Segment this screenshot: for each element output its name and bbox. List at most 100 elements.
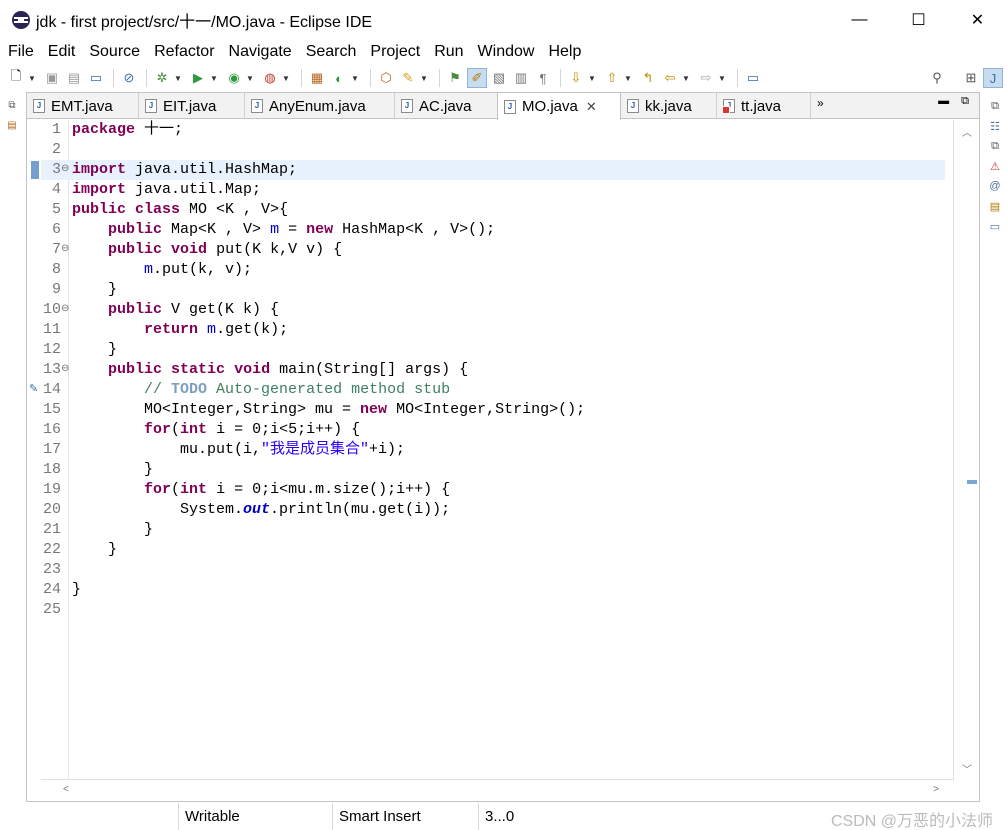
- fold-collapse-icon[interactable]: ⊖: [61, 160, 69, 180]
- code-line[interactable]: 23: [41, 560, 945, 580]
- menu-navigate[interactable]: Navigate: [229, 43, 292, 61]
- close-icon[interactable]: ✕: [586, 99, 597, 115]
- code-line[interactable]: 2: [41, 140, 945, 160]
- restore-icon[interactable]: ⧉: [5, 100, 19, 112]
- open-perspective-icon[interactable]: ⊞: [961, 68, 981, 88]
- toggle-annotation-icon[interactable]: ⚑: [445, 68, 465, 88]
- code-line[interactable]: 11 return m.get(k);: [41, 320, 945, 340]
- show-whitespace-icon[interactable]: ¶: [533, 68, 553, 88]
- skip-breakpoints-icon[interactable]: ⊘: [119, 68, 139, 88]
- minimize-view-icon[interactable]: ▬: [938, 95, 949, 108]
- close-button[interactable]: ✕: [948, 0, 1007, 40]
- fold-collapse-icon[interactable]: ⊖: [61, 300, 69, 320]
- code-line[interactable]: 21 }: [41, 520, 945, 540]
- back-icon[interactable]: ⇦: [660, 68, 680, 88]
- outline-icon[interactable]: ☷: [987, 120, 1003, 134]
- save-icon[interactable]: ▣: [42, 68, 62, 88]
- minimize-button[interactable]: —: [830, 0, 889, 40]
- menu-search[interactable]: Search: [306, 43, 357, 61]
- tab-eit-java[interactable]: J EIT.java: [139, 93, 245, 119]
- tab-mo-java[interactable]: J MO.java ✕: [497, 93, 621, 120]
- coverage-dropdown-icon[interactable]: ▼: [246, 74, 256, 83]
- task-marker-icon[interactable]: ✎: [29, 382, 41, 396]
- search-tool-icon[interactable]: ✎: [398, 68, 418, 88]
- code-line[interactable]: 16 for(int i = 0;i<5;i++) {: [41, 420, 945, 440]
- previous-annotation-icon[interactable]: ⇧: [602, 68, 622, 88]
- fold-collapse-icon[interactable]: ⊖: [61, 240, 69, 260]
- code-line[interactable]: 18 }: [41, 460, 945, 480]
- code-line[interactable]: 12 }: [41, 340, 945, 360]
- code-line[interactable]: 13 ⊖ public static void main(String[] arg…: [41, 360, 945, 380]
- menu-source[interactable]: Source: [89, 43, 140, 61]
- tab-emt-java[interactable]: J EMT.java: [27, 93, 139, 119]
- menu-project[interactable]: Project: [370, 43, 420, 61]
- scroll-up-icon[interactable]: ︿: [962, 124, 972, 139]
- scroll-left-icon[interactable]: <: [63, 784, 69, 795]
- code-line[interactable]: 19 for(int i = 0;i<mu.m.size();i++) {: [41, 480, 945, 500]
- debug-icon[interactable]: ✲: [152, 68, 172, 88]
- code-line[interactable]: 8 m.put(k, v);: [41, 260, 945, 280]
- new-icon[interactable]: 🗋: [6, 68, 26, 88]
- code-line[interactable]: 10 ⊖ public V get(K k) {: [41, 300, 945, 320]
- code-line[interactable]: 14 // TODO Auto-generated method stub: [41, 380, 945, 400]
- restore-icon[interactable]: ⧉: [987, 100, 1003, 114]
- java-perspective-icon[interactable]: J: [983, 68, 1003, 88]
- external-tools-dropdown-icon[interactable]: ▼: [282, 74, 292, 83]
- code-line[interactable]: 15 MO<Integer,String> mu = new MO<Intege…: [41, 400, 945, 420]
- previous-annotation-dropdown-icon[interactable]: ▼: [624, 74, 634, 83]
- code-line[interactable]: 22 }: [41, 540, 945, 560]
- code-editor[interactable]: 1 package 十一; 2 3 ⊖ import java.util.HashMap;…: [41, 120, 977, 780]
- open-console-icon[interactable]: ▭: [86, 68, 106, 88]
- new-class-dropdown-icon[interactable]: ▼: [351, 74, 361, 83]
- code-line[interactable]: 24}: [41, 580, 945, 600]
- code-line[interactable]: 17 mu.put(i,"我是成员集合"+i);: [41, 440, 945, 460]
- coverage-icon[interactable]: ◉: [224, 68, 244, 88]
- forward-icon[interactable]: ⇨: [696, 68, 716, 88]
- tab-ac-java[interactable]: J AC.java: [395, 93, 499, 119]
- new-class-icon[interactable]: ◐: [329, 68, 349, 88]
- code-line[interactable]: 9 }: [41, 280, 945, 300]
- maximize-view-icon[interactable]: ⧉: [961, 95, 969, 108]
- mark-occurrences-icon[interactable]: ✐: [467, 68, 487, 88]
- tab-kk-java[interactable]: J kk.java: [621, 93, 717, 119]
- code-line[interactable]: 1 package 十一;: [41, 120, 945, 140]
- restore-icon[interactable]: ⧉: [987, 140, 1003, 154]
- menu-file[interactable]: File: [8, 43, 34, 61]
- tab-anyenum-java[interactable]: J AnyEnum.java: [245, 93, 395, 119]
- block-selection-icon[interactable]: ▥: [511, 68, 531, 88]
- code-line[interactable]: 5 public class MO <K , V>{: [41, 200, 945, 220]
- scroll-right-icon[interactable]: >: [933, 784, 939, 795]
- debug-dropdown-icon[interactable]: ▼: [174, 74, 184, 83]
- new-dropdown-icon[interactable]: ▼: [28, 74, 38, 83]
- scroll-down-icon[interactable]: ﹀: [962, 761, 972, 776]
- code-line[interactable]: 3 ⊖ import java.util.HashMap;: [41, 160, 945, 180]
- last-edit-location-icon[interactable]: ↰: [638, 68, 658, 88]
- fold-collapse-icon[interactable]: ⊖: [61, 360, 69, 380]
- menu-window[interactable]: Window: [478, 43, 535, 61]
- code-line[interactable]: 4 import java.util.Map;: [41, 180, 945, 200]
- word-wrap-icon[interactable]: ▧: [489, 68, 509, 88]
- declaration-icon[interactable]: ▤: [987, 200, 1003, 214]
- run-dropdown-icon[interactable]: ▼: [210, 74, 220, 83]
- search-tool-dropdown-icon[interactable]: ▼: [420, 74, 430, 83]
- menu-refactor[interactable]: Refactor: [154, 43, 214, 61]
- search-icon[interactable]: ⚲: [927, 68, 947, 88]
- code-line[interactable]: 7 ⊖ public void put(K k,V v) {: [41, 240, 945, 260]
- forward-dropdown-icon[interactable]: ▼: [718, 74, 728, 83]
- next-annotation-icon[interactable]: ⇩: [566, 68, 586, 88]
- external-tools-icon[interactable]: ◍: [260, 68, 280, 88]
- maximize-button[interactable]: ☐: [889, 0, 948, 40]
- back-dropdown-icon[interactable]: ▼: [682, 74, 692, 83]
- problems-icon[interactable]: ⚠: [987, 160, 1003, 174]
- tab-tt-java[interactable]: J tt.java: [717, 93, 811, 119]
- console-icon[interactable]: ▭: [987, 220, 1003, 234]
- horizontal-scrollbar[interactable]: < >: [41, 779, 953, 801]
- next-annotation-dropdown-icon[interactable]: ▼: [588, 74, 598, 83]
- open-type-icon[interactable]: ⬡: [376, 68, 396, 88]
- overview-ruler-marker[interactable]: [967, 480, 977, 484]
- run-icon[interactable]: ▶: [188, 68, 208, 88]
- save-all-icon[interactable]: ▤: [64, 68, 84, 88]
- menu-edit[interactable]: Edit: [48, 43, 76, 61]
- menu-help[interactable]: Help: [548, 43, 581, 61]
- more-tabs-chevron-icon[interactable]: »: [817, 96, 824, 110]
